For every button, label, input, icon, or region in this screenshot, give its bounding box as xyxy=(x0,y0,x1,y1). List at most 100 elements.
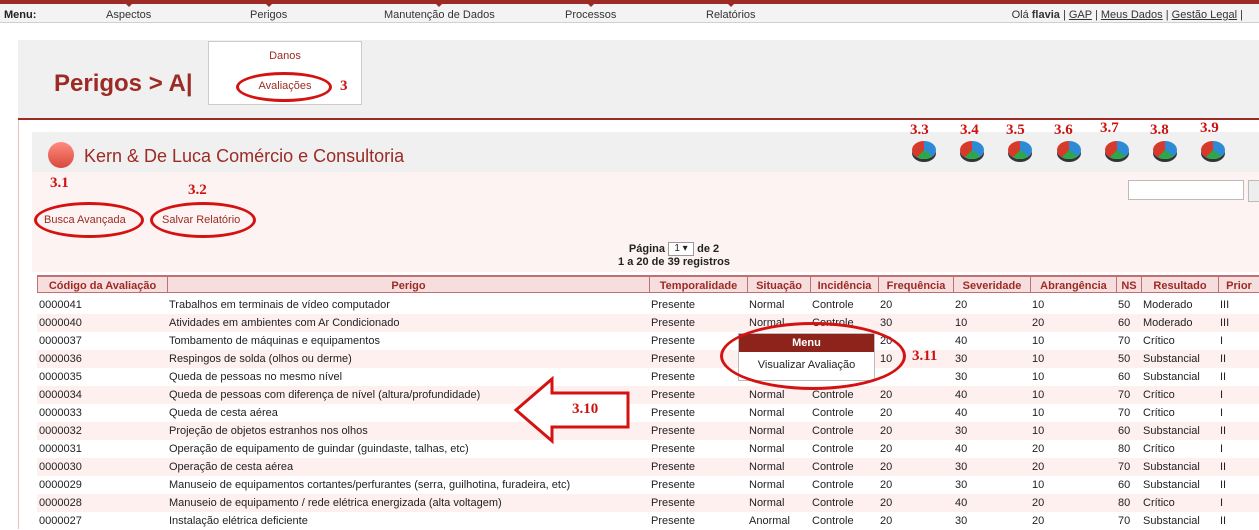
col-resultado-cell: Crítico xyxy=(1143,389,1175,401)
col-resultado-cell: Moderado xyxy=(1143,299,1193,311)
table-row[interactable]: 0000028 Manuseio de equipamento / rede el… xyxy=(37,494,1259,512)
col-severidade-cell: 30 xyxy=(955,479,968,491)
menu-item-aspectos[interactable]: Aspectos xyxy=(106,4,151,21)
col-severidade-cell: 40 xyxy=(955,335,968,347)
col-abrangencia-cell: 20 xyxy=(1032,443,1045,455)
annotation-3-4: 3.4 xyxy=(960,122,979,138)
col-situacao-cell: Normal xyxy=(749,299,785,311)
col-severidade-cell: 30 xyxy=(955,371,968,383)
table-row[interactable]: 0000030 Operação de cesta aérea Presente No… xyxy=(37,458,1259,476)
pie-chart-icon-3-5[interactable] xyxy=(1008,141,1032,159)
col-prior-cell: II xyxy=(1220,353,1227,365)
annotation-3-7: 3.7 xyxy=(1100,120,1119,136)
page-select[interactable]: 1 ▾ xyxy=(668,242,695,256)
dropdown-item-danos[interactable]: Danos xyxy=(209,50,361,62)
table-row[interactable]: 0000036 Respingos de solda (olhos ou derm… xyxy=(37,350,1259,368)
col-abrangencia-cell: 10 xyxy=(1032,407,1045,419)
col-prior-cell: I xyxy=(1220,443,1224,455)
search-input[interactable] xyxy=(1128,180,1244,200)
col-temporalidade-cell: Presente xyxy=(651,443,696,455)
col-frequencia-cell: 20 xyxy=(880,407,893,419)
table-row[interactable]: 0000031 Operação de equipamento de guinda… xyxy=(37,440,1259,458)
col-temporalidade-cell: Presente xyxy=(651,299,696,311)
col-frequencia-header[interactable]: Frequência xyxy=(878,275,953,293)
col-resultado-cell: Moderado xyxy=(1143,317,1193,329)
col-frequencia-cell: 20 xyxy=(880,461,893,473)
col-frequencia-cell: 20 xyxy=(880,425,893,437)
col-temporalidade-cell: Presente xyxy=(651,371,696,383)
col-prior-cell: II xyxy=(1220,515,1227,527)
col-temporalidade-header[interactable]: Temporalidade xyxy=(649,275,747,293)
company-name: Kern & De Luca Comércio e Consultoria xyxy=(84,146,405,166)
table-row[interactable]: 0000033 Queda de cesta aérea Presente Norma… xyxy=(37,404,1259,422)
col-abrangencia-header[interactable]: Abrangência xyxy=(1030,275,1116,293)
col-temporalidade-cell: Presente xyxy=(651,389,696,401)
col-frequencia-cell: 20 xyxy=(880,389,893,401)
table-row[interactable]: 0000027 Instalação elétrica deficiente Pre… xyxy=(37,512,1259,530)
col-ns-cell: 60 xyxy=(1118,317,1131,329)
col-severidade-header[interactable]: Severidade xyxy=(953,275,1030,293)
menu-item-perigos[interactable]: Perigos xyxy=(250,4,287,21)
col-resultado-header[interactable]: Resultado xyxy=(1141,275,1218,293)
col-situacao-header[interactable]: Situação xyxy=(747,275,810,293)
busca-avancada-button[interactable]: Busca Avançada xyxy=(44,214,126,226)
salvar-relatorio-button[interactable]: Salvar Relatório xyxy=(162,214,240,226)
pie-chart-icon-3-9[interactable] xyxy=(1201,141,1225,159)
col-resultado-cell: Crítico xyxy=(1143,497,1175,509)
col-perigo-header[interactable]: Perigo xyxy=(167,275,649,293)
pie-chart-icon-3-4[interactable] xyxy=(960,141,984,159)
menu-item-processos[interactable]: Processos xyxy=(565,4,616,21)
col-resultado-cell: Crítico xyxy=(1143,407,1175,419)
col-frequencia-cell: 20 xyxy=(880,515,893,527)
pie-chart-icon-3-6[interactable] xyxy=(1057,141,1081,159)
annotation-3-6: 3.6 xyxy=(1054,122,1073,138)
col-codigo-cell: 0000027 xyxy=(39,515,82,527)
table-row[interactable]: 0000035 Queda de pessoas no mesmo nível Pr… xyxy=(37,368,1259,386)
col-ns-cell: 80 xyxy=(1118,443,1131,455)
table-row[interactable]: 0000041 Trabalhos em terminais de vídeo c… xyxy=(37,296,1259,314)
col-perigo-cell: Respingos de solda (olhos ou derme) xyxy=(169,353,352,365)
table-row[interactable]: 0000029 Manuseio de equipamentos cortante… xyxy=(37,476,1259,494)
col-prior-cell: III xyxy=(1220,299,1230,311)
menu-item-manutencao[interactable]: Manutenção de Dados xyxy=(384,4,495,21)
annotation-3-3: 3.3 xyxy=(910,122,929,138)
col-ns-cell: 70 xyxy=(1118,515,1131,527)
table-row[interactable]: 0000034 Queda de pessoas com diferença de… xyxy=(37,386,1259,404)
col-codigo-header[interactable]: Código da Avaliação xyxy=(37,275,167,293)
col-ns-header[interactable]: NS xyxy=(1116,275,1141,293)
col-frequencia-cell: 20 xyxy=(880,497,893,509)
link-meus-dados[interactable]: Meus Dados xyxy=(1101,9,1163,21)
menu-item-relatorios[interactable]: Relatórios xyxy=(706,4,756,21)
col-incidencia-header[interactable]: Incidência xyxy=(810,275,878,293)
pie-chart-icon-3-3[interactable] xyxy=(912,141,936,159)
table-row[interactable]: 0000037 Tombamento de máquinas e equipame… xyxy=(37,332,1259,350)
annotation-3-10: 3.10 xyxy=(572,401,599,417)
col-ns-cell: 80 xyxy=(1118,497,1131,509)
col-prior-cell: II xyxy=(1220,479,1227,491)
search-button[interactable] xyxy=(1248,180,1259,202)
col-prior-header[interactable]: Prior xyxy=(1218,275,1259,293)
col-ns-cell: 50 xyxy=(1118,299,1131,311)
col-situacao-cell: Anormal xyxy=(749,515,790,527)
col-abrangencia-cell: 10 xyxy=(1032,389,1045,401)
col-resultado-cell: Crítico xyxy=(1143,335,1175,347)
col-abrangencia-cell: 20 xyxy=(1032,515,1045,527)
link-gestao-legal[interactable]: Gestão Legal xyxy=(1172,9,1237,21)
col-ns-cell: 70 xyxy=(1118,407,1131,419)
col-ns-cell: 60 xyxy=(1118,479,1131,491)
col-perigo-cell: Operação de cesta aérea xyxy=(169,461,294,473)
table-row[interactable]: 0000040 Atividades em ambientes com Ar Co… xyxy=(37,314,1259,332)
col-temporalidade-cell: Presente xyxy=(651,317,696,329)
col-severidade-cell: 30 xyxy=(955,461,968,473)
table-row[interactable]: 0000032 Projeção de objetos estranhos nos… xyxy=(37,422,1259,440)
link-gap[interactable]: GAP xyxy=(1069,9,1092,21)
pie-chart-icon-3-7[interactable] xyxy=(1105,141,1129,159)
col-incidencia-cell: Controle xyxy=(812,389,854,401)
col-severidade-cell: 30 xyxy=(955,353,968,365)
col-incidencia-cell: Controle xyxy=(812,443,854,455)
col-codigo-cell: 0000040 xyxy=(39,317,82,329)
col-abrangencia-cell: 20 xyxy=(1032,497,1045,509)
col-temporalidade-cell: Presente xyxy=(651,407,696,419)
pie-chart-icon-3-8[interactable] xyxy=(1153,141,1177,159)
col-temporalidade-cell: Presente xyxy=(651,497,696,509)
